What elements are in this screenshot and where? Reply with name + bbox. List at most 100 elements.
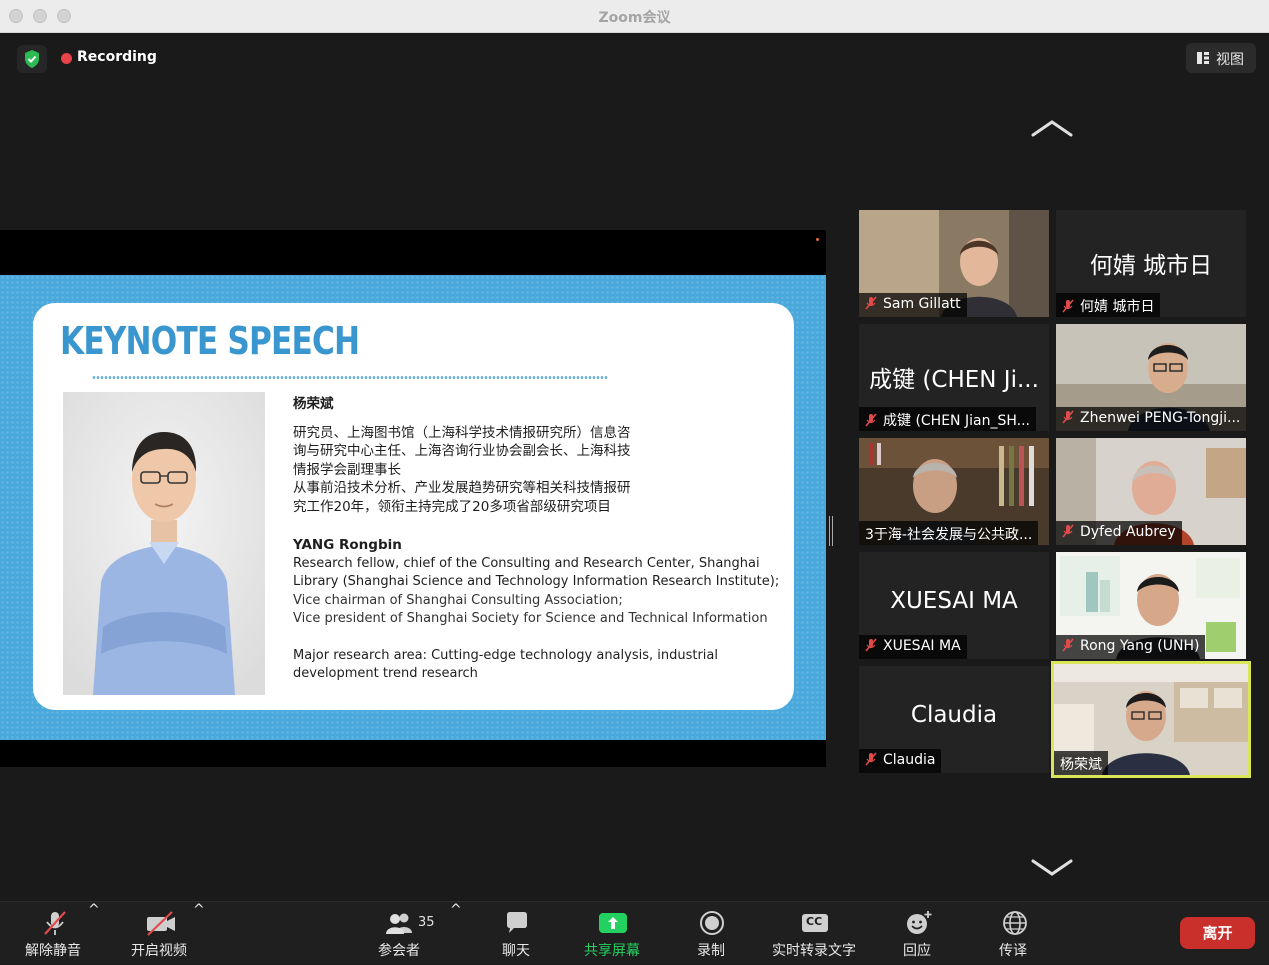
participants-button[interactable]: 35 参会者 bbox=[375, 902, 445, 965]
bio-cn-line: 究工作20年，领衔主持完成了20多项省部级研究项目 bbox=[293, 498, 611, 515]
chat-label: 聊天 bbox=[502, 943, 530, 959]
recording-indicator-icon bbox=[61, 53, 72, 64]
audio-options-caret-icon[interactable]: ^ bbox=[88, 902, 100, 965]
participant-display-name: 成键 (CHEN Ji... bbox=[869, 367, 1039, 393]
bio-en-line: Library (Shanghai Science and Technology… bbox=[293, 574, 780, 589]
window-title: Zoom会议 bbox=[598, 10, 671, 26]
participant-nameplate: Dyfed Aubrey bbox=[1056, 521, 1182, 545]
bio-cn-line: 询与研究中心主任、上海咨询行业协会副会长、上海科技 bbox=[293, 443, 631, 459]
bio-cn-line: 情报学会副理事长 bbox=[293, 461, 401, 478]
bio-en-line: Research fellow, chief of the Consulting… bbox=[293, 555, 760, 571]
meeting-toolbar: 解除静音 ^ 开启视频 ^ 35 参会者 ^ 聊天 共享屏幕 录制 CC 实时转… bbox=[0, 901, 1269, 964]
video-off-icon bbox=[147, 911, 175, 936]
heading-dotted-underline bbox=[92, 375, 608, 380]
record-icon bbox=[700, 911, 724, 935]
bio-en-line: Vice president of Shanghai Society for S… bbox=[293, 611, 768, 626]
mic-muted-icon bbox=[1062, 299, 1074, 313]
mic-muted-icon bbox=[44, 911, 66, 935]
participant-nameplate: 3于海-社会发展与公共政... bbox=[859, 521, 1039, 545]
view-button-label: 视图 bbox=[1216, 52, 1244, 68]
participant-name: 成键 (CHEN Jian_SH... bbox=[883, 413, 1030, 429]
speaker-name-en: YANG Rongbin bbox=[293, 537, 402, 553]
participant-name: 杨荣斌 bbox=[1060, 757, 1102, 773]
live-transcript-label: 实时转录文字 bbox=[772, 943, 856, 959]
participant-tile[interactable]: Claudia Claudia bbox=[859, 666, 1049, 773]
participant-nameplate: Zhenwei PENG-Tongji... bbox=[1056, 407, 1246, 431]
participants-icon bbox=[386, 913, 412, 934]
security-shield-icon[interactable] bbox=[17, 45, 47, 73]
unmute-button[interactable]: 解除静音 bbox=[20, 902, 90, 965]
slide-heading: KEYNOTE SPEECH bbox=[60, 319, 360, 363]
interpretation-label: 传译 bbox=[999, 943, 1027, 959]
mic-muted-icon bbox=[1062, 410, 1074, 424]
gallery-scroll-up-icon[interactable] bbox=[1030, 117, 1074, 139]
recording-label[interactable]: Recording bbox=[77, 49, 157, 65]
record-button[interactable]: 录制 bbox=[690, 902, 734, 965]
mic-muted-icon bbox=[865, 296, 877, 310]
speaker-name-cn: 杨荣斌 bbox=[293, 396, 334, 412]
active-speaker-tile[interactable]: 杨荣斌 bbox=[1051, 661, 1251, 778]
participants-label: 参会者 bbox=[378, 943, 420, 959]
participant-tile[interactable]: XUESAI MA XUESAI MA bbox=[859, 552, 1049, 659]
participant-tile[interactable]: Dyfed Aubrey bbox=[1056, 438, 1246, 545]
keynote-slide: KEYNOTE SPEECH 杨荣斌 研究员、上海图书馆（上海科学技术情报研究所… bbox=[0, 275, 826, 740]
title-bar: Zoom会议 bbox=[0, 0, 1269, 33]
video-options-caret-icon[interactable]: ^ bbox=[193, 902, 205, 965]
bio-cn-line: 研究员、上海图书馆（上海科学技术情报研究所）信息咨 bbox=[293, 424, 631, 441]
globe-icon bbox=[1003, 911, 1027, 935]
view-button[interactable]: 视图 bbox=[1186, 43, 1256, 73]
shared-screen[interactable]: KEYNOTE SPEECH 杨荣斌 研究员、上海图书馆（上海科学技术情报研究所… bbox=[0, 230, 826, 767]
participant-nameplate: Claudia bbox=[859, 749, 942, 773]
participant-nameplate: 杨荣斌 bbox=[1054, 751, 1108, 775]
interpretation-button[interactable]: 传译 bbox=[992, 902, 1036, 965]
speaker-bio: 杨荣斌 研究员、上海图书馆（上海科学技术情报研究所）信息咨 询与研究中心主任、上… bbox=[293, 395, 780, 684]
speaker-portrait bbox=[63, 392, 265, 695]
participant-tile[interactable]: 成键 (CHEN Ji... 成键 (CHEN Jian_SH... bbox=[859, 324, 1049, 431]
participant-display-name: XUESAI MA bbox=[890, 588, 1018, 614]
mic-muted-icon bbox=[1062, 638, 1074, 652]
participant-nameplate: Sam Gillatt bbox=[859, 293, 967, 317]
mic-muted-icon bbox=[1062, 524, 1074, 538]
research-area-line: Major research area: Cutting-edge techno… bbox=[293, 647, 719, 663]
share-screen-button[interactable]: 共享屏幕 bbox=[580, 902, 648, 965]
cc-text: CC bbox=[806, 915, 823, 928]
grid-view-icon bbox=[1197, 52, 1209, 64]
participant-nameplate: 何婧 城市日 bbox=[1056, 293, 1161, 317]
mic-muted-icon bbox=[865, 752, 877, 766]
start-video-button[interactable]: 开启视频 bbox=[126, 902, 196, 965]
live-transcript-button[interactable]: CC 实时转录文字 bbox=[768, 902, 862, 965]
research-area-line: development trend research bbox=[293, 666, 478, 681]
participant-tile[interactable]: 3于海-社会发展与公共政... bbox=[859, 438, 1049, 545]
start-video-label: 开启视频 bbox=[131, 943, 187, 959]
bio-cn-line: 从事前沿技术分析、产业发展趋势研究等相关科技情报研 bbox=[293, 480, 631, 496]
participant-name: 何婧 城市日 bbox=[1080, 299, 1155, 315]
participant-display-name: 何婧 城市日 bbox=[1089, 253, 1213, 279]
leave-meeting-button[interactable]: 离开 bbox=[1180, 917, 1255, 949]
participant-tile[interactable]: Rong Yang (UNH) bbox=[1056, 552, 1246, 659]
zoom-window: Zoom会议 Recording 视图 KEYNOTE SPEECH 杨荣斌 研… bbox=[0, 0, 1269, 964]
bio-en-line: Vice chairman of Shanghai Consulting Ass… bbox=[293, 592, 623, 608]
participant-name: 3于海-社会发展与公共政... bbox=[865, 527, 1033, 543]
participant-nameplate: XUESAI MA bbox=[859, 635, 967, 659]
share-screen-label: 共享屏幕 bbox=[584, 943, 640, 959]
participant-tile[interactable]: 何婧 城市日 何婧 城市日 bbox=[1056, 210, 1246, 317]
participant-name: Rong Yang (UNH) bbox=[1080, 638, 1200, 654]
participant-name: Zhenwei PENG-Tongji... bbox=[1080, 410, 1241, 426]
reactions-label: 回应 bbox=[903, 943, 931, 959]
gallery-scroll-down-icon[interactable] bbox=[1030, 857, 1074, 879]
mic-muted-icon bbox=[865, 638, 877, 652]
meeting-stage: Recording 视图 KEYNOTE SPEECH 杨荣斌 研究员、上海图书… bbox=[0, 33, 1269, 901]
participant-tile[interactable]: Zhenwei PENG-Tongji... bbox=[1056, 324, 1246, 431]
participant-tile[interactable]: Sam Gillatt bbox=[859, 210, 1049, 317]
participant-display-name: Claudia bbox=[910, 702, 998, 728]
slide-card: KEYNOTE SPEECH 杨荣斌 研究员、上海图书馆（上海科学技术情报研究所… bbox=[33, 303, 794, 710]
reactions-button[interactable]: 回应 bbox=[896, 902, 940, 965]
unmute-label: 解除静音 bbox=[25, 943, 81, 959]
split-view-resize-handle[interactable] bbox=[829, 516, 833, 546]
chat-icon bbox=[507, 912, 527, 933]
reaction-smiley-icon bbox=[907, 911, 932, 934]
participant-name: Sam Gillatt bbox=[883, 296, 961, 312]
participants-options-caret-icon[interactable]: ^ bbox=[450, 902, 462, 965]
chat-button[interactable]: 聊天 bbox=[495, 902, 539, 965]
record-label: 录制 bbox=[697, 943, 725, 959]
